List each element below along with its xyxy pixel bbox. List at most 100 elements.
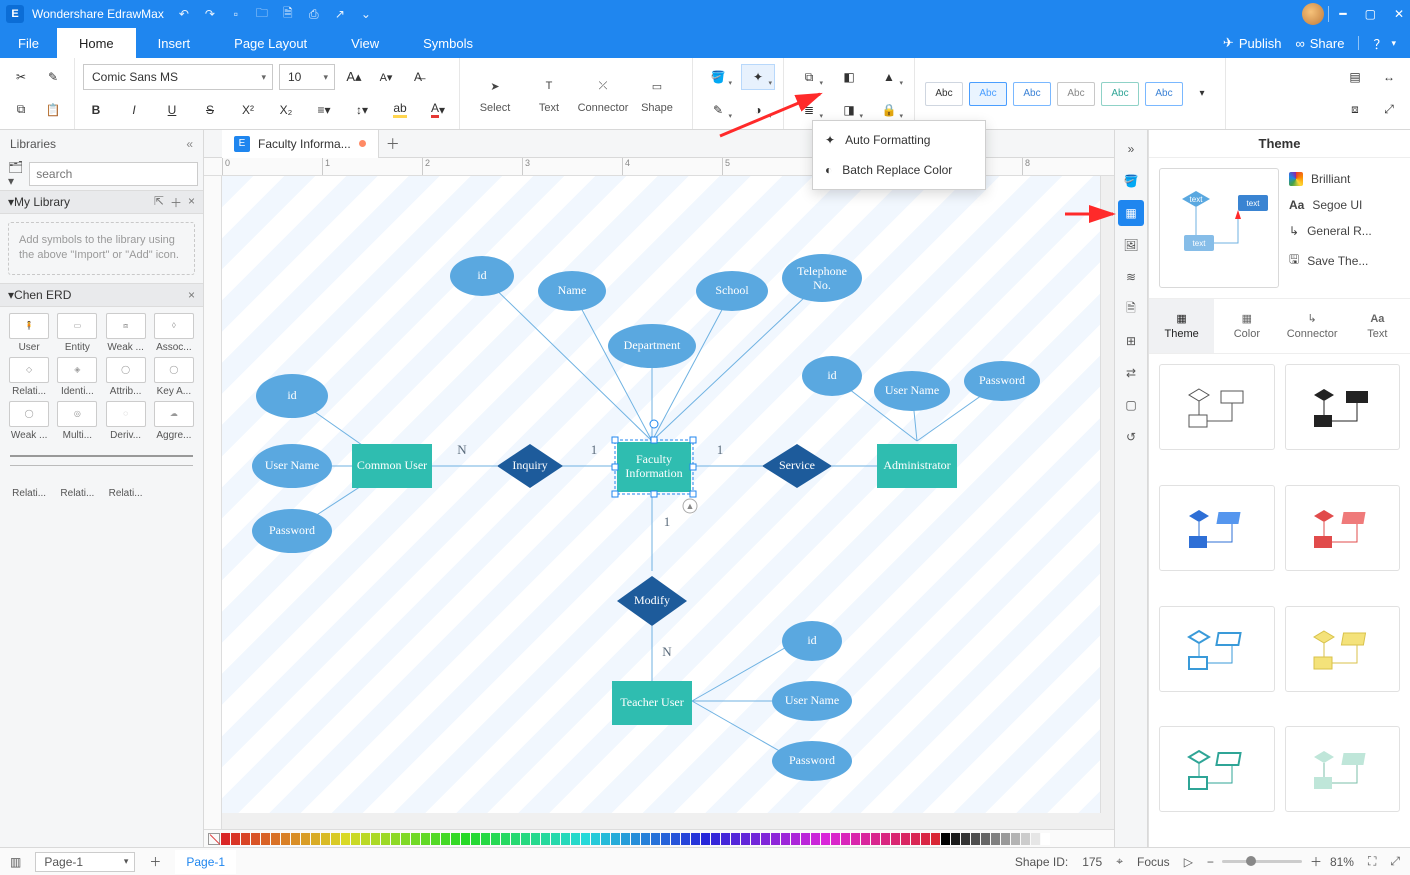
palette-swatch[interactable] [921, 833, 930, 845]
attr-fac-telephone[interactable]: TelephoneNo. [782, 254, 862, 302]
palette-swatch[interactable] [471, 833, 480, 845]
font-family-select[interactable]: Comic Sans MS▾ [83, 64, 273, 90]
add-tab-button[interactable]: ＋ [379, 134, 407, 154]
theme-preset[interactable] [1285, 606, 1401, 692]
style-preset-5[interactable]: Abc [1101, 82, 1139, 106]
palette-swatch[interactable] [891, 833, 900, 845]
palette-swatch[interactable] [321, 833, 330, 845]
menu-insert[interactable]: Insert [136, 28, 213, 58]
palette-swatch[interactable] [591, 833, 600, 845]
palette-swatch[interactable] [461, 833, 470, 845]
palette-swatch[interactable] [381, 833, 390, 845]
attr-fac-department[interactable]: Department [608, 324, 696, 368]
highlight-button[interactable]: ab [387, 97, 413, 123]
strike-button[interactable]: S [197, 97, 223, 123]
auto-formatting-item[interactable]: ✦ Auto Formatting [813, 125, 985, 155]
select-tool[interactable]: ➤Select [468, 73, 522, 114]
entity-administrator[interactable]: Administrator [877, 444, 957, 488]
palette-swatch[interactable] [451, 833, 460, 845]
palette-swatch[interactable] [851, 833, 860, 845]
scrollbar-horizontal[interactable] [222, 813, 1100, 829]
relation-modify[interactable]: Modify [617, 576, 687, 626]
palette-swatch[interactable] [411, 833, 420, 845]
theme-preset[interactable] [1159, 606, 1275, 692]
palette-swatch[interactable] [951, 833, 960, 845]
shape-aggre[interactable]: ☁ [154, 401, 194, 427]
print-button[interactable]: ⎙ [306, 6, 322, 22]
shape-entity[interactable]: ▭ [57, 313, 97, 339]
page-tab[interactable]: Page-1 [175, 850, 236, 874]
style-preset-6[interactable]: Abc [1145, 82, 1183, 106]
ribbon-extra-3[interactable]: ⧈ [1342, 97, 1368, 123]
theme-preset[interactable] [1285, 726, 1401, 812]
palette-swatch[interactable] [871, 833, 880, 845]
relation-service[interactable]: Service [762, 444, 832, 488]
linespacing-button[interactable]: ↕▾ [349, 97, 375, 123]
library-search-input[interactable] [29, 162, 198, 186]
palette-swatch[interactable] [231, 833, 240, 845]
palette-swatch[interactable] [341, 833, 350, 845]
fill-panel-button[interactable]: 🪣 [1118, 168, 1144, 194]
underline-button[interactable]: U [159, 97, 185, 123]
shape-keyattr[interactable]: ◯ [154, 357, 194, 383]
palette-swatch[interactable] [481, 833, 490, 845]
palette-swatch[interactable] [551, 833, 560, 845]
palette-swatch[interactable] [841, 833, 850, 845]
library-picker-button[interactable]: 🗂▾ [8, 162, 23, 186]
attr-username-common[interactable]: User Name [252, 444, 332, 488]
palette-swatch[interactable] [221, 833, 230, 845]
palette-swatch[interactable] [641, 833, 650, 845]
theme-tab-text[interactable]: AaText [1345, 299, 1410, 353]
palette-swatch[interactable] [431, 833, 440, 845]
palette-swatch[interactable] [991, 833, 1000, 845]
open-button[interactable]: 🗀 [254, 6, 270, 22]
save-button[interactable]: 🗎 [280, 6, 296, 22]
palette-none[interactable] [208, 833, 220, 845]
shuffle-panel-button[interactable]: ⇄ [1118, 360, 1144, 386]
style-preset-3[interactable]: Abc [1013, 82, 1051, 106]
ribbon-extra-4[interactable]: ⤢ [1376, 97, 1402, 123]
zoom-in-button[interactable]: ＋ [1310, 853, 1322, 870]
bold-button[interactable]: B [83, 97, 109, 123]
theme-preset[interactable] [1159, 726, 1275, 812]
palette-swatch[interactable] [711, 833, 720, 845]
palette-swatch[interactable] [751, 833, 760, 845]
palette-swatch[interactable] [771, 833, 780, 845]
shape-assoc[interactable]: ◊ [154, 313, 194, 339]
shape-attrib[interactable]: ◯ [106, 357, 146, 383]
palette-swatch[interactable] [901, 833, 910, 845]
palette-swatch[interactable] [301, 833, 310, 845]
shape-deriv[interactable]: ◌ [106, 401, 146, 427]
shape-weak[interactable]: ◯ [9, 401, 49, 427]
palette-swatch[interactable] [601, 833, 610, 845]
flip-button[interactable]: ▲▾ [872, 64, 906, 90]
palette-swatch[interactable] [981, 833, 990, 845]
copy-button[interactable]: ⧉ [8, 97, 34, 123]
page-selector[interactable]: Page-1▾ [35, 852, 135, 872]
palette-swatch[interactable] [1011, 833, 1020, 845]
entity-common-user[interactable]: Common User [352, 444, 432, 488]
menu-file[interactable]: File [0, 28, 57, 58]
bring-front-button[interactable]: ◧ [832, 64, 866, 90]
share-button[interactable]: ∞Share [1295, 36, 1344, 51]
palette-swatch[interactable] [441, 833, 450, 845]
palette-swatch[interactable] [961, 833, 970, 845]
lock-button[interactable]: 🔒▾ [872, 97, 906, 123]
palette-swatch[interactable] [811, 833, 820, 845]
add-page-button[interactable]: ＋ [149, 853, 161, 870]
palette-swatch[interactable] [621, 833, 630, 845]
palette-swatch[interactable] [361, 833, 370, 845]
palette-swatch[interactable] [521, 833, 530, 845]
decrease-font-button[interactable]: A▾ [373, 64, 399, 90]
palette-swatch[interactable] [1021, 833, 1030, 845]
help-button[interactable]: ？▾ [1373, 34, 1396, 53]
focus-icon[interactable]: ⌖ [1116, 854, 1123, 869]
palette-swatch[interactable] [721, 833, 730, 845]
palette-swatch[interactable] [311, 833, 320, 845]
palette-swatch[interactable] [501, 833, 510, 845]
layout-panel-button[interactable]: ⊞ [1118, 328, 1144, 354]
attr-teacher-password[interactable]: Password [772, 741, 852, 781]
palette-swatch[interactable] [911, 833, 920, 845]
palette-swatch[interactable] [791, 833, 800, 845]
palette-swatch[interactable] [821, 833, 830, 845]
